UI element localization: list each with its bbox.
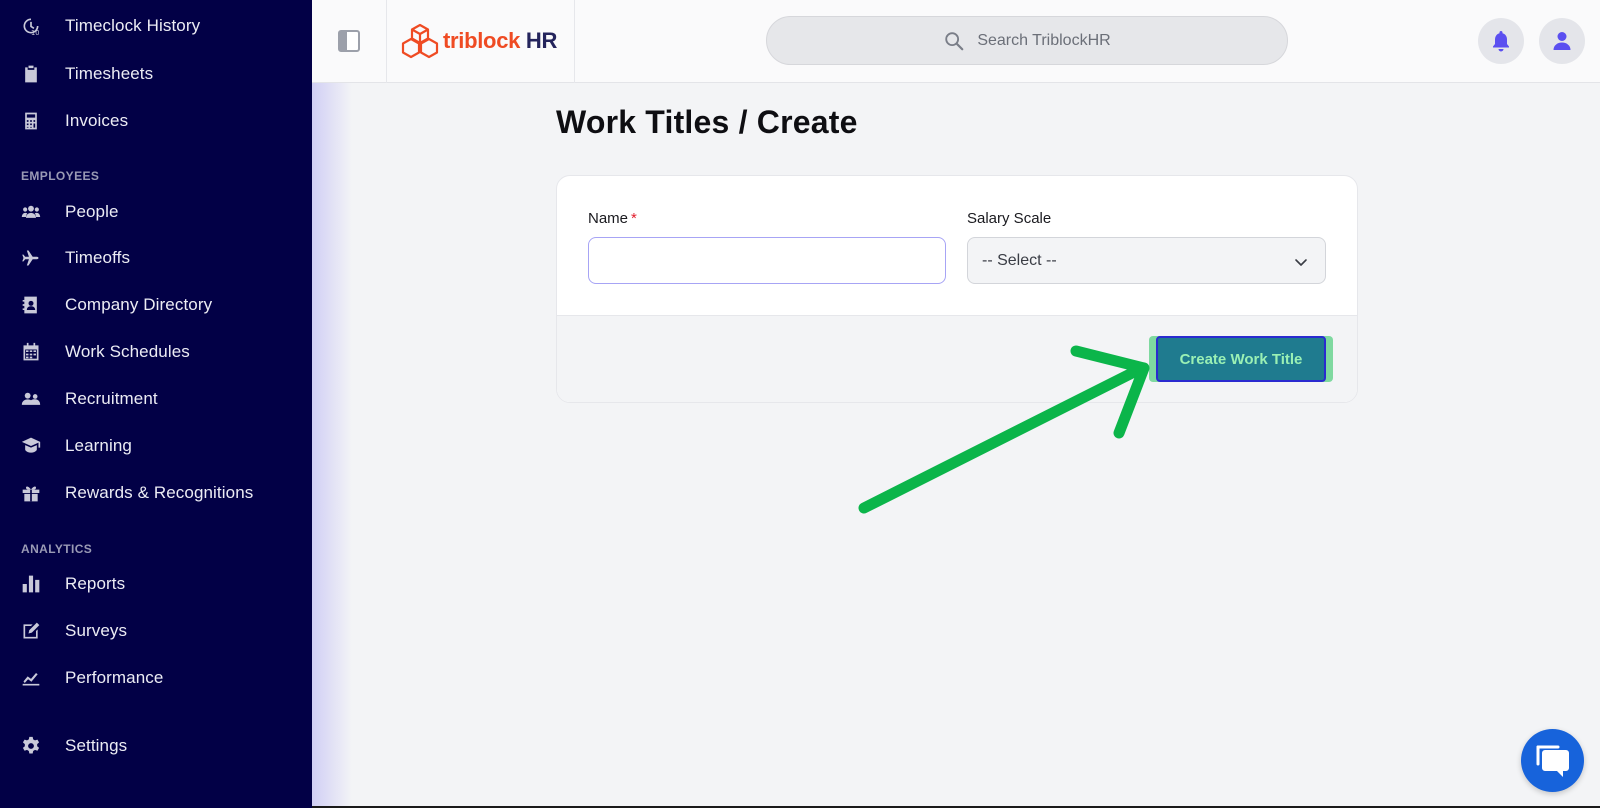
logo-wordmark: triblock HR [443,28,557,54]
user-menu-button[interactable] [1539,18,1585,64]
sidebar-item-recruitment[interactable]: Recruitment [20,381,300,417]
sidebar-item-people[interactable]: People [20,194,300,230]
name-field-label: Name * [588,210,637,227]
search-input[interactable]: Search TriblockHR [766,16,1288,65]
page-title: Work Titles / Create [556,104,858,140]
create-work-title-button[interactable]: Create Work Title [1156,336,1326,382]
trend-line-icon [20,667,42,689]
address-book-icon [20,294,42,316]
chat-support-button[interactable] [1521,729,1584,792]
salary-scale-label: Salary Scale [967,210,1052,227]
sidebar-item-timeoffs[interactable]: Timeoffs [20,240,300,276]
gift-icon [20,482,42,504]
sidebar-item-label: Rewards & Recognitions [65,483,254,502]
gear-icon [20,735,42,757]
sidebar-item-invoices[interactable]: Invoices [20,103,300,139]
sidebar-item-label: Timesheets [65,64,154,83]
logo-text-hr: HR [525,28,558,53]
search-icon [945,31,964,50]
sidebar-item-surveys[interactable]: Surveys [20,613,300,649]
calculator-icon [20,110,42,132]
sidebar-item-reports[interactable]: Reports [20,566,300,602]
clipboard-icon [20,63,42,85]
sidebar-item-label: Timeclock History [65,16,201,35]
section-label-analytics: ANALYTICS [21,542,93,556]
divider [574,0,575,83]
clock-history-icon: 10 [20,15,42,37]
notifications-button[interactable] [1478,18,1524,64]
people-group-icon [20,388,42,410]
sidebar-item-label: Reports [65,574,126,593]
search-placeholder: Search TriblockHR [977,31,1111,49]
plane-icon [20,247,42,269]
sidebar-item-learning[interactable]: Learning [20,428,300,464]
sidebar-shadow [312,0,352,808]
salary-scale-selected: -- Select -- [982,251,1057,269]
calendar-icon [20,341,42,363]
sidebar-item-timeclock-history[interactable]: 10 Timeclock History [20,8,300,44]
sidebar-item-label: Surveys [65,621,128,640]
name-field[interactable] [588,237,946,284]
sidebar: 10 Timeclock History Timesheets Invoices… [0,0,312,808]
sidebar-item-label: Settings [65,736,128,755]
sidebar-item-label: Work Schedules [65,342,190,361]
sidebar-item-label: Performance [65,668,164,687]
section-label-employees: EMPLOYEES [21,169,100,183]
triblock-logo-icon [401,23,439,59]
sidebar-item-label: People [65,202,119,221]
sidebar-item-label: Learning [65,436,132,455]
top-bar: triblock HR Search TriblockHR [312,0,1600,83]
sidebar-item-label: Invoices [65,111,129,130]
chat-icon [1536,745,1569,777]
sidebar-toggle-button[interactable] [338,30,360,52]
sidebar-item-timesheets[interactable]: Timesheets [20,56,300,92]
sidebar-item-performance[interactable]: Performance [20,660,300,696]
chevron-down-icon [1295,259,1307,266]
sidebar-item-label: Recruitment [65,389,158,408]
sidebar-item-company-directory[interactable]: Company Directory [20,287,300,323]
salary-scale-select[interactable]: -- Select -- [967,237,1326,284]
sidebar-item-label: Timeoffs [65,248,131,267]
create-work-title-label: Create Work Title [1179,350,1303,368]
graduation-cap-icon [20,435,42,457]
sidebar-item-label: Company Directory [65,295,213,314]
sidebar-item-work-schedules[interactable]: Work Schedules [20,334,300,370]
user-icon [1553,32,1571,50]
required-marker: * [631,210,637,227]
divider [386,0,387,83]
logo-text-triblock: triblock [443,28,521,53]
logo[interactable]: triblock HR [400,22,557,60]
name-label-text: Name [588,210,629,227]
svg-text:10: 10 [31,29,39,36]
users-icon [20,201,42,223]
bell-icon [1493,31,1509,52]
sidebar-item-settings[interactable]: Settings [20,728,300,764]
pen-square-icon [20,620,42,642]
sidebar-item-rewards[interactable]: Rewards & Recognitions [20,475,300,511]
bar-chart-icon [20,573,42,595]
